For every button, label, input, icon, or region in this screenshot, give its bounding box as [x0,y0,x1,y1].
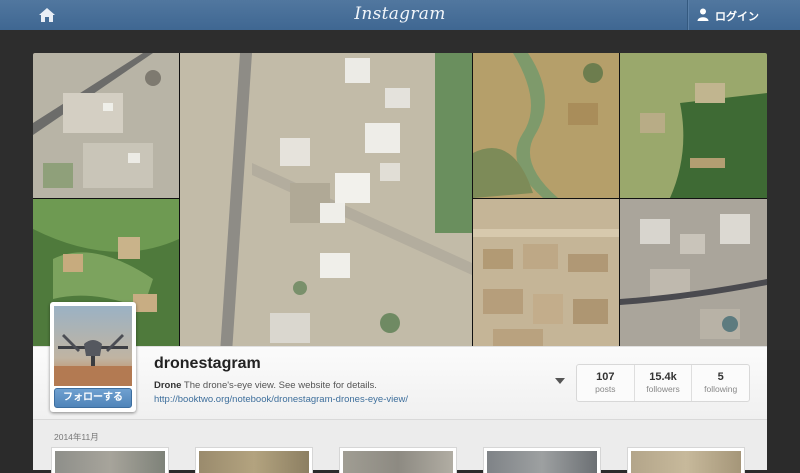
banner-photo[interactable] [620,199,767,353]
chevron-down-icon[interactable] [554,376,566,386]
banner-photo[interactable] [473,199,619,353]
stat-value: 15.4k [649,371,677,383]
feed-photo[interactable] [627,447,745,473]
feed-photo-image [55,451,165,473]
stat-value: 107 [596,371,615,383]
stat-following[interactable]: 5 following [691,365,749,401]
feed-photo[interactable] [195,447,313,473]
profile-full-name: Drone [154,380,182,391]
photo-feed: 2014年11月 [33,419,767,473]
login-label: ログイン [715,11,759,23]
instagram-logo: Instagram [354,4,446,24]
stat-label: following [704,384,738,394]
avatar[interactable] [54,306,132,386]
stat-followers[interactable]: 15.4k followers [633,365,692,401]
profile-stats: 107 posts 15.4k followers 5 following [576,364,750,402]
banner-photo[interactable] [33,53,179,198]
stat-label: posts [595,384,616,394]
profile-bio: Drone The drone's-eye view. See website … [154,380,377,391]
feed-photo-image [199,451,309,473]
stat-label: followers [646,384,680,394]
feed-photo-image [487,451,597,473]
banner-photo[interactable] [473,53,619,198]
profile-bio-text: The drone's-eye view. See website for de… [183,380,377,391]
banner-photo-mosaic [33,53,767,353]
profile-username: dronestagram [154,355,261,372]
avatar-card: フォローする [50,302,136,412]
home-icon [39,8,55,22]
banner-photo[interactable] [180,53,472,353]
follow-button[interactable]: フォローする [54,388,132,408]
profile-website-link[interactable]: http://booktwo.org/notebook/dronestagram… [154,394,408,405]
feed-photo-image [343,451,453,473]
user-icon [697,8,709,21]
month-heading: 2014年11月 [54,432,99,442]
feed-photo-image [631,451,741,473]
home-button[interactable] [32,3,62,27]
login-button[interactable]: ログイン [687,0,800,30]
feed-photo[interactable] [51,447,169,473]
banner-photo[interactable] [620,53,767,198]
top-nav-bar: Instagram ログイン [0,0,800,31]
stat-value: 5 [717,371,724,383]
feed-photo[interactable] [339,447,457,473]
feed-photo[interactable] [483,447,601,473]
stat-posts[interactable]: 107 posts [577,365,634,401]
